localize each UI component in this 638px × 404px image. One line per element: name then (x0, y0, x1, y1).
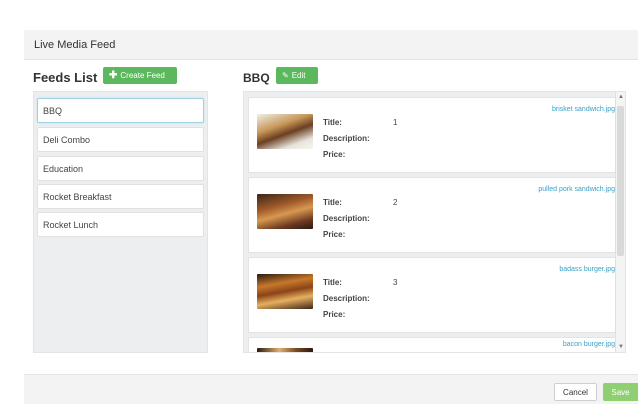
plus-icon: ✚ (109, 70, 118, 81)
create-feed-label: Create Feed (120, 71, 165, 80)
feed-item-rocket-breakfast[interactable]: Rocket Breakfast (37, 184, 204, 209)
create-feed-button[interactable]: ✚ Create Feed (103, 67, 177, 84)
modal-footer (24, 374, 638, 404)
food-thumbnail (257, 114, 313, 149)
scrollbar-thumb[interactable] (617, 106, 624, 256)
price-label: Price: (323, 150, 346, 159)
food-thumbnail (257, 194, 313, 229)
scroll-down-icon[interactable]: ▼ (616, 342, 625, 352)
media-filename-link[interactable]: brisket sandwich.jpg (552, 106, 615, 113)
media-item[interactable]: Title: 1 Description: Price: brisket san… (248, 97, 622, 173)
media-item[interactable]: Title: 3 Description: Price: badass burg… (248, 257, 622, 333)
media-list-panel[interactable]: Title: 1 Description: Price: brisket san… (243, 91, 626, 353)
title-value: 1 (393, 118, 398, 127)
modal-header: Live Media Feed (24, 30, 638, 60)
title-value: 3 (393, 278, 398, 287)
description-label: Description: (323, 134, 370, 143)
edit-feed-button[interactable]: ✎ Edit (276, 67, 318, 84)
price-label: Price: (323, 310, 346, 319)
feed-item-label: Rocket Lunch (43, 219, 99, 230)
food-thumbnail (257, 274, 313, 309)
media-item[interactable]: Title: 2 Description: Price: pulled pork… (248, 177, 622, 253)
pencil-icon: ✎ (282, 71, 289, 80)
feed-item-label: Rocket Breakfast (43, 191, 112, 202)
modal-title: Live Media Feed (34, 39, 116, 51)
media-item[interactable]: bacon burger.jpg (248, 337, 622, 352)
scroll-up-icon[interactable]: ▲ (616, 92, 625, 102)
description-label: Description: (323, 214, 370, 223)
title-label: Title: (323, 198, 342, 207)
save-button[interactable]: Save (603, 383, 638, 401)
cancel-button[interactable]: Cancel (554, 383, 597, 401)
selected-feed-title: BBQ (243, 71, 270, 85)
media-filename-link[interactable]: bacon burger.jpg (563, 341, 615, 348)
feed-item-rocket-lunch[interactable]: Rocket Lunch (37, 212, 204, 237)
feeds-list-panel: BBQ Deli Combo Education Rocket Breakfas… (33, 91, 208, 353)
feed-item-deli-combo[interactable]: Deli Combo (37, 127, 204, 152)
feed-item-bbq[interactable]: BBQ (37, 98, 204, 123)
feed-item-education[interactable]: Education (37, 156, 204, 181)
title-value: 2 (393, 198, 398, 207)
title-label: Title: (323, 278, 342, 287)
feeds-list-heading: Feeds List (33, 70, 98, 85)
feed-item-label: Deli Combo (43, 134, 91, 145)
edit-feed-label: Edit (291, 71, 306, 80)
price-label: Price: (323, 230, 346, 239)
media-filename-link[interactable]: pulled pork sandwich.jpg (538, 186, 615, 193)
title-label: Title: (323, 118, 342, 127)
description-label: Description: (323, 294, 370, 303)
media-list-scrollbar[interactable]: ▲ ▼ (615, 92, 625, 352)
feed-item-label: BBQ (43, 105, 63, 116)
media-filename-link[interactable]: badass burger.jpg (559, 266, 615, 273)
feed-item-label: Education (43, 163, 84, 174)
food-thumbnail (257, 348, 313, 352)
